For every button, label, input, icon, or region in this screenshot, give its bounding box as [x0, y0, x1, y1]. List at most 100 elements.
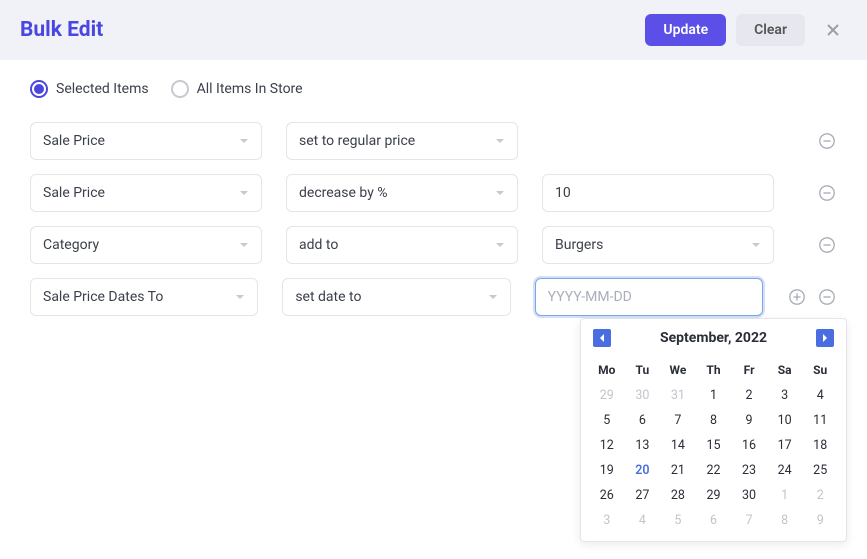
date-cell[interactable]: 13: [625, 433, 661, 458]
chevron-down-icon: [495, 240, 505, 250]
select-label: Sale Price: [43, 185, 105, 201]
prev-month-button[interactable]: [593, 329, 611, 347]
remove-row-button[interactable]: [817, 287, 837, 307]
weekday-header: We: [660, 357, 696, 383]
scope-radio-all-items[interactable]: All Items In Store: [171, 80, 303, 98]
date-cell[interactable]: 18: [802, 433, 838, 458]
select-label: add to: [299, 237, 338, 253]
date-cell[interactable]: 30: [731, 483, 767, 508]
select-label: decrease by %: [299, 185, 388, 201]
select-label: Sale Price Dates To: [43, 289, 163, 305]
date-cell[interactable]: 6: [625, 408, 661, 433]
value-select[interactable]: Burgers: [542, 226, 774, 264]
date-cell[interactable]: 30: [625, 383, 661, 408]
rule-row: Sale Price set to regular price: [30, 122, 837, 160]
date-cell[interactable]: 5: [589, 408, 625, 433]
row-actions: [817, 183, 837, 203]
remove-row-button[interactable]: [817, 131, 837, 151]
chevron-down-icon: [488, 292, 498, 302]
date-cell[interactable]: 1: [767, 483, 803, 508]
date-cell[interactable]: 22: [696, 458, 732, 483]
row-actions: [817, 131, 837, 151]
date-cell[interactable]: 28: [660, 483, 696, 508]
chevron-down-icon: [239, 240, 249, 250]
action-select[interactable]: set date to: [282, 278, 510, 316]
date-cell[interactable]: 2: [731, 383, 767, 408]
header-actions: Update Clear: [645, 14, 847, 46]
date-cell[interactable]: 9: [802, 508, 838, 533]
update-button[interactable]: Update: [645, 14, 726, 46]
date-cell[interactable]: 3: [767, 383, 803, 408]
field-select[interactable]: Sale Price Dates To: [30, 278, 258, 316]
remove-row-button[interactable]: [817, 235, 837, 255]
chevron-down-icon: [235, 292, 245, 302]
date-cell[interactable]: 11: [802, 408, 838, 433]
date-cell[interactable]: 25: [802, 458, 838, 483]
chevron-down-icon: [751, 240, 761, 250]
action-select[interactable]: decrease by %: [286, 174, 518, 212]
date-cell[interactable]: 17: [767, 433, 803, 458]
select-label: Burgers: [555, 237, 603, 253]
modal-header: Bulk Edit Update Clear: [0, 0, 867, 60]
date-cell[interactable]: 16: [731, 433, 767, 458]
date-cell[interactable]: 29: [589, 383, 625, 408]
action-select[interactable]: set to regular price: [286, 122, 518, 160]
weekday-header: Fr: [731, 357, 767, 383]
remove-row-button[interactable]: [817, 183, 837, 203]
next-month-button[interactable]: [816, 329, 834, 347]
chevron-down-icon: [495, 136, 505, 146]
field-select[interactable]: Sale Price: [30, 122, 262, 160]
close-icon[interactable]: [819, 16, 847, 44]
date-picker: September, 2022 MoTuWeThFrSaSu2930311234…: [580, 318, 847, 542]
rule-row: Sale Price Dates To set date to: [30, 278, 837, 316]
select-label: Category: [43, 237, 99, 253]
date-cell[interactable]: 10: [767, 408, 803, 433]
weekday-header: Th: [696, 357, 732, 383]
action-select[interactable]: add to: [286, 226, 518, 264]
date-cell[interactable]: 4: [802, 383, 838, 408]
row-actions: [817, 235, 837, 255]
date-cell[interactable]: 29: [696, 483, 732, 508]
date-cell[interactable]: 8: [696, 408, 732, 433]
radio-indicator: [171, 80, 189, 98]
date-cell[interactable]: 8: [767, 508, 803, 533]
value-input[interactable]: [542, 174, 774, 212]
select-label: Sale Price: [43, 133, 105, 149]
select-label: set to regular price: [299, 133, 415, 149]
chevron-down-icon: [239, 136, 249, 146]
add-row-button[interactable]: [787, 287, 807, 307]
date-cell[interactable]: 7: [731, 508, 767, 533]
date-cell[interactable]: 9: [731, 408, 767, 433]
date-cell[interactable]: 15: [696, 433, 732, 458]
date-cell[interactable]: 14: [660, 433, 696, 458]
weekday-header: Tu: [625, 357, 661, 383]
row-actions: [787, 287, 837, 307]
chevron-down-icon: [495, 188, 505, 198]
select-label: set date to: [295, 289, 361, 305]
date-input[interactable]: [535, 278, 763, 316]
date-cell[interactable]: 12: [589, 433, 625, 458]
date-cell[interactable]: 31: [660, 383, 696, 408]
date-cell[interactable]: 24: [767, 458, 803, 483]
scope-radio-group: Selected Items All Items In Store: [30, 80, 837, 98]
date-cell[interactable]: 2: [802, 483, 838, 508]
page-title: Bulk Edit: [20, 18, 103, 42]
date-cell[interactable]: 5: [660, 508, 696, 533]
date-cell[interactable]: 23: [731, 458, 767, 483]
date-cell[interactable]: 6: [696, 508, 732, 533]
clear-button[interactable]: Clear: [736, 14, 805, 46]
date-cell[interactable]: 26: [589, 483, 625, 508]
field-select[interactable]: Category: [30, 226, 262, 264]
date-cell[interactable]: 20: [625, 458, 661, 483]
date-cell[interactable]: 3: [589, 508, 625, 533]
date-cell[interactable]: 1: [696, 383, 732, 408]
date-cell[interactable]: 19: [589, 458, 625, 483]
date-cell[interactable]: 21: [660, 458, 696, 483]
scope-radio-selected-items[interactable]: Selected Items: [30, 80, 149, 98]
date-picker-grid: MoTuWeThFrSaSu29303112345678910111213141…: [589, 357, 838, 533]
field-select[interactable]: Sale Price: [30, 174, 262, 212]
date-cell[interactable]: 7: [660, 408, 696, 433]
date-cell[interactable]: 27: [625, 483, 661, 508]
radio-indicator: [30, 80, 48, 98]
date-cell[interactable]: 4: [625, 508, 661, 533]
